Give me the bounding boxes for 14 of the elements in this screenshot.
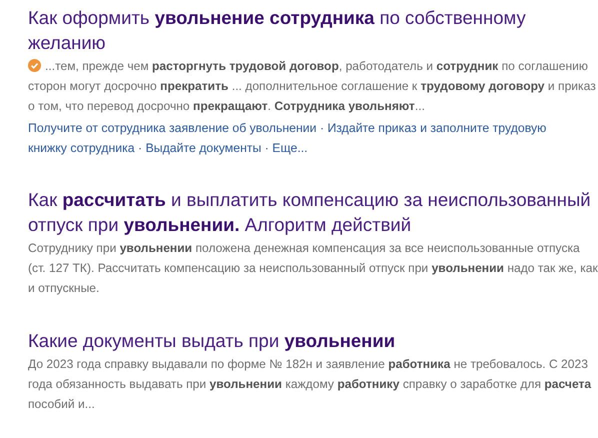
sitelink[interactable]: Выдайте документы xyxy=(146,140,262,155)
separator-dot: · xyxy=(138,140,142,155)
sitelink[interactable]: Получите от сотрудника заявление об увольнении xyxy=(28,121,317,136)
sitelink[interactable]: книжку сотрудника xyxy=(28,140,135,155)
result-title[interactable]: Как рассчитать и выплатить компенсацию за неиспользованный отпуск при увольнении. Алгоритм действий xyxy=(28,188,598,238)
result-snippet: ...тем, прежде чем расторгнуть трудовой договор, работодатель и сотрудник по соглашению сторон могут досрочно прекратить ... дополнительное соглашение к трудовому договору и приказ о том, что перевод досрочно прекращают. Сотрудника увольняют... xyxy=(28,58,597,115)
sitelink[interactable]: Еще... xyxy=(272,140,308,155)
result-title[interactable]: Как оформить увольнение сотрудника по собственному желанию xyxy=(28,6,598,55)
result-snippet: До 2023 года справку выдавали по форме № 182н и заявление работника не требовалось. С 2023 года обязанность выдавать при увольнении каждому работнику справку о заработке для расчета пособий и... xyxy=(28,356,592,413)
separator-dot: · xyxy=(320,121,324,136)
result-snippet: Сотруднику при увольнении положена денежная компенсация за все неиспользованные отпуска (ст. 127 ТК). Рассчитать компенсацию за неиспользованный отпуск при увольнении надо так же, как и отпускные. xyxy=(28,240,598,297)
sitelink[interactable]: Издайте приказ и заполните трудовую xyxy=(327,121,546,136)
separator-dot: · xyxy=(264,140,269,155)
result-title[interactable]: Какие документы выдать при увольнении xyxy=(28,328,598,354)
